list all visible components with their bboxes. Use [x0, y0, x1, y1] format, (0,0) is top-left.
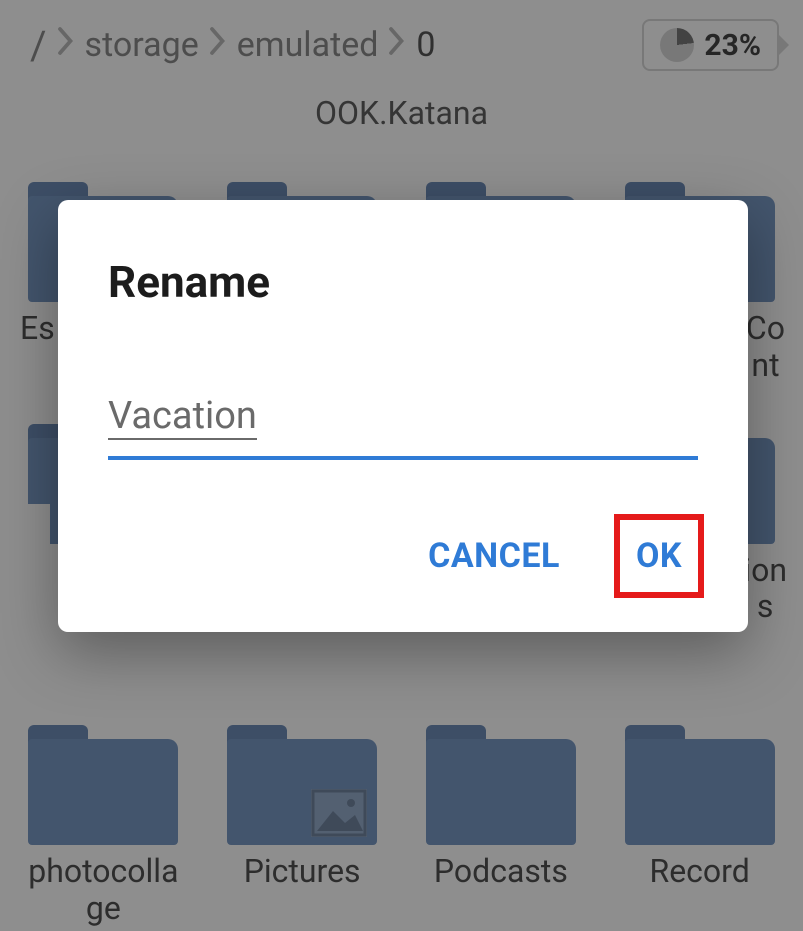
rename-field[interactable] [108, 388, 698, 460]
rename-input[interactable] [108, 388, 698, 460]
ok-button[interactable]: OK [614, 514, 704, 598]
dialog-title: Rename [108, 256, 698, 308]
cancel-button[interactable]: CANCEL [412, 520, 576, 592]
dialog-actions: CANCEL OK [108, 520, 698, 592]
rename-dialog: Rename CANCEL OK [58, 200, 748, 632]
text-selection-underline [108, 438, 257, 441]
